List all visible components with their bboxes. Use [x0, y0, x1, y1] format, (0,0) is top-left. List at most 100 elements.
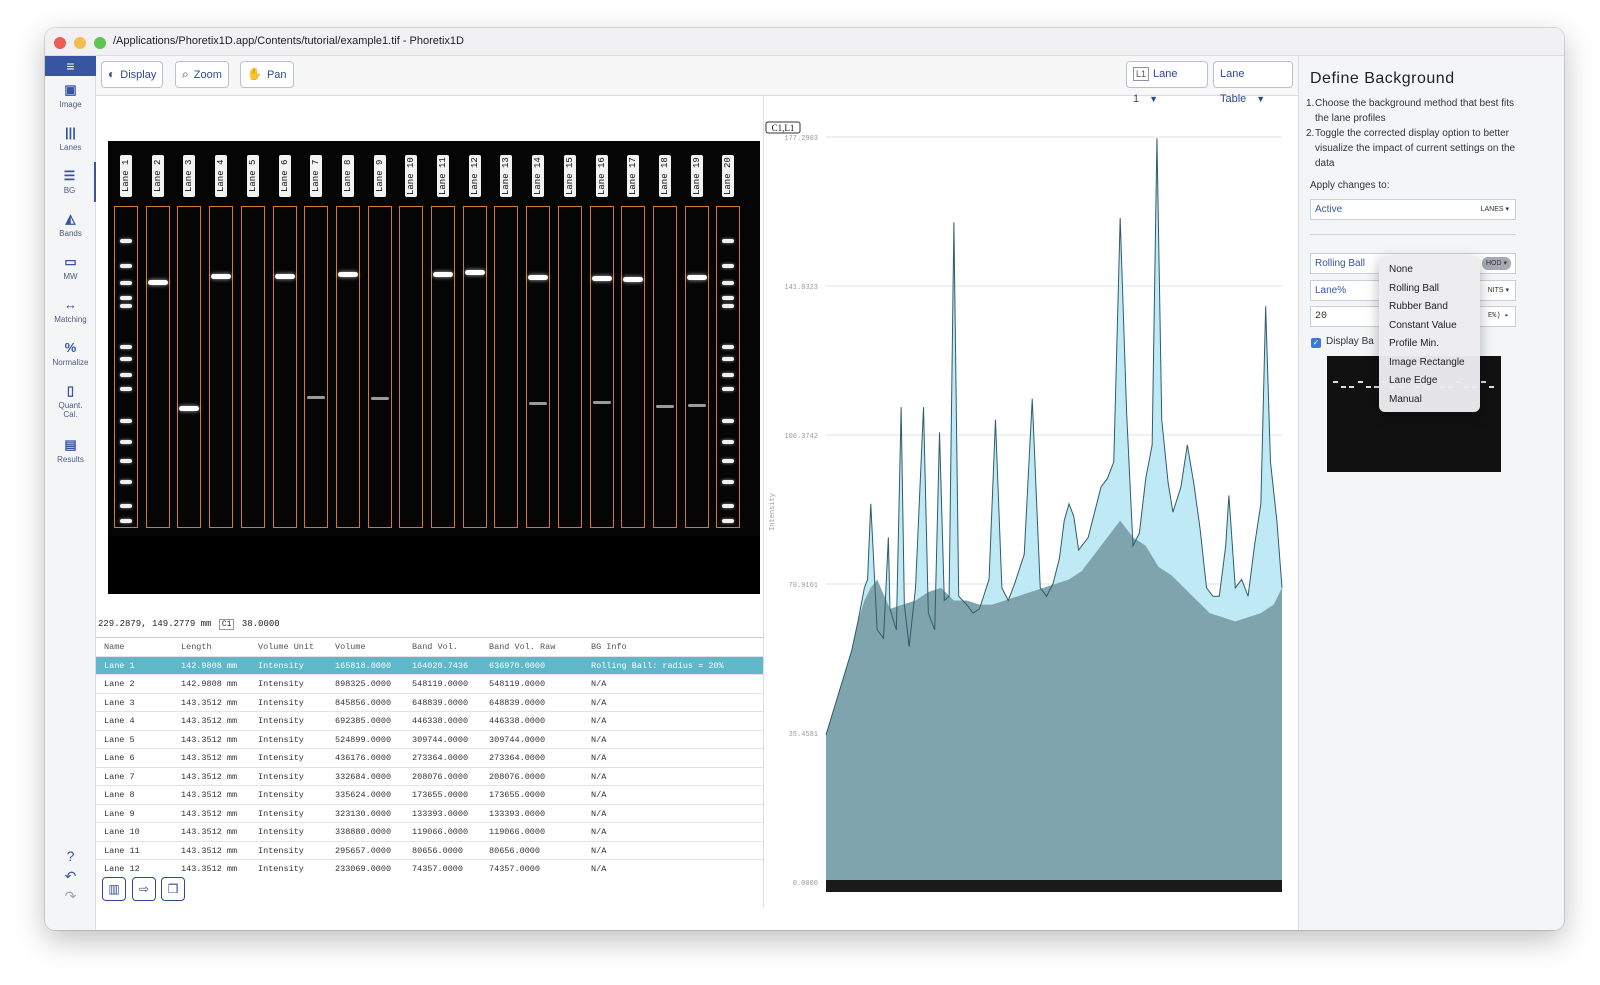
close-window-button[interactable]: [54, 37, 66, 49]
table-row[interactable]: Lane 9 143.3512 mm Intensity 323130.0000 133…: [96, 805, 763, 823]
dropdown-option[interactable]: Profile Min.: [1379, 335, 1480, 354]
ladder-band: [120, 281, 132, 285]
lane-outline[interactable]: [621, 206, 646, 528]
lane-outline[interactable]: [177, 206, 202, 528]
lane-outline[interactable]: [462, 206, 487, 528]
display-background-checkbox[interactable]: ✓ Display Ba: [1311, 336, 1374, 348]
lane-outline[interactable]: [526, 206, 551, 528]
dropdown-option[interactable]: Manual: [1379, 391, 1480, 410]
sidebar-item-quant-cal[interactable]: ▯ Quant. Cal.: [45, 383, 96, 419]
zoom-button[interactable]: ⌕ Zoom: [175, 61, 229, 88]
table-cell: Intensity: [258, 734, 304, 745]
table-row[interactable]: Lane 4 143.3512 mm Intensity 692385.0000 446…: [96, 712, 763, 731]
lane-profile-chart[interactable]: 0.0000 35.4581 70.9161 106.3742 141.8323 177.…: [764, 92, 1298, 898]
lane-outline[interactable]: [652, 206, 677, 528]
table-cell: 233069.0000: [335, 864, 392, 873]
ladder-band: [722, 519, 735, 523]
table-cell: Lane 8: [104, 790, 135, 800]
lane-outline[interactable]: [304, 206, 329, 528]
magnifier-icon: ⌕: [182, 67, 189, 81]
table-cell: Intensity: [258, 864, 304, 873]
dropdown-option[interactable]: Lane Edge: [1379, 372, 1480, 391]
help-icon[interactable]: ?: [45, 848, 96, 864]
table-cell: Intensity: [258, 845, 304, 856]
thumbnail-band: [1365, 386, 1371, 388]
lane-select[interactable]: L1 Lane 1 ▼: [1126, 61, 1208, 105]
dropdown-option[interactable]: Rubber Band: [1379, 298, 1480, 317]
table-cell: Intensity: [258, 790, 304, 800]
lane-label: Lane 10: [405, 155, 418, 197]
table-cell: 143.3512 mm: [181, 790, 238, 800]
export-icon[interactable]: ⇨: [132, 877, 156, 901]
lane-outline[interactable]: [240, 206, 265, 528]
sidebar-item-mw[interactable]: ▭ MW: [45, 254, 96, 281]
thumbnail-band: [1341, 386, 1347, 388]
table-cell: N/A: [591, 771, 607, 782]
sidebar-item-lanes[interactable]: ||| Lanes: [45, 125, 96, 152]
lane-outline[interactable]: [335, 206, 360, 528]
band: [337, 272, 358, 277]
lane-outline[interactable]: [431, 206, 455, 528]
y-tick-label: 0.0000: [793, 880, 818, 888]
sidebar-item-results[interactable]: ▤ Results: [45, 437, 96, 464]
lane-outline[interactable]: [145, 206, 170, 528]
lane-outline[interactable]: [272, 206, 297, 528]
ladder-band: [120, 504, 132, 508]
method-pill[interactable]: HOD ▾: [1481, 257, 1511, 270]
sidebar-item-bg[interactable]: ☰ BG: [45, 162, 96, 202]
table-cell: 165818.0000: [335, 660, 392, 671]
minimize-window-button[interactable]: [74, 37, 86, 49]
lane-outline[interactable]: [557, 206, 582, 528]
lane-outline[interactable]: [494, 206, 519, 528]
table-row[interactable]: Lane 11 143.3512 mm Intensity 295657.0000 80…: [96, 842, 763, 860]
hamburger-menu-icon[interactable]: ≡: [45, 56, 96, 76]
ladder-band: [120, 304, 132, 308]
ladder-band: [120, 387, 132, 391]
lane-outline[interactable]: [684, 206, 709, 528]
display-icon: ◐: [108, 67, 116, 81]
redo-icon[interactable]: ↷: [45, 888, 96, 905]
lane-outline[interactable]: [399, 206, 424, 528]
view-select[interactable]: Lane Table ▼: [1213, 61, 1293, 105]
sidebar-item-image[interactable]: ▣ Image: [45, 82, 96, 109]
table-cell: Lane 1: [104, 660, 135, 671]
lane-outline[interactable]: [589, 206, 614, 528]
column-header: Band Vol. Raw: [489, 642, 556, 652]
table-row[interactable]: Lane 2 142.9808 mm Intensity 898325.0000 548…: [96, 675, 763, 694]
arrows-icon: ↔: [64, 297, 77, 312]
copy-icon[interactable]: ❐: [161, 877, 185, 901]
undo-icon[interactable]: ↶: [45, 868, 96, 885]
table-cell: 173655.0000: [489, 790, 546, 800]
table-cell: Lane 7: [104, 771, 135, 782]
lane-outline[interactable]: [209, 206, 234, 528]
sidebar-item-normalize[interactable]: % Normalize: [45, 340, 96, 367]
band: [179, 406, 200, 411]
table-cell: 133393.0000: [412, 808, 469, 819]
columns-icon[interactable]: ▥: [102, 877, 126, 901]
table-cell: N/A: [591, 753, 607, 763]
zoom-window-button[interactable]: [94, 37, 106, 49]
lane-outline[interactable]: [367, 206, 392, 528]
table-row[interactable]: Lane 5 143.3512 mm Intensity 524899.0000 309…: [96, 731, 763, 749]
sidebar-item-matching[interactable]: ↔ Matching: [45, 297, 96, 324]
table-row[interactable]: Lane 8 143.3512 mm Intensity 335624.0000 173…: [96, 786, 763, 805]
table-row[interactable]: Lane 12 143.3512 mm Intensity 233069.0000 74…: [96, 860, 763, 873]
table-row[interactable]: Lane 1 142.9808 mm Intensity 165818.0000 164…: [96, 656, 763, 675]
pan-button[interactable]: ✋ Pan: [240, 61, 294, 88]
scope-select[interactable]: LANES ▾: [1481, 200, 1509, 219]
table-row[interactable]: Lane 10 143.3512 mm Intensity 338880.0000 11…: [96, 823, 763, 842]
table-cell: 80656.0000: [412, 845, 464, 856]
table-row[interactable]: Lane 6 143.3512 mm Intensity 436176.0000 273…: [96, 749, 763, 768]
sidebar-item-bands[interactable]: ◭ Bands: [45, 211, 96, 238]
gel-image[interactable]: Lane 1 Lane 2 Lane 3 Lane 4 Lane 5 Lane 6 Lane…: [108, 141, 760, 594]
band: [147, 280, 168, 285]
dropdown-option[interactable]: None: [1379, 261, 1480, 280]
dropdown-option[interactable]: Image Rectangle: [1379, 354, 1480, 373]
dropdown-option[interactable]: Constant Value: [1379, 317, 1480, 336]
apply-to-select[interactable]: Active LANES ▾: [1310, 199, 1516, 220]
dropdown-option[interactable]: Rolling Ball: [1379, 280, 1480, 299]
display-button[interactable]: ◐ Display: [101, 61, 164, 88]
table-cell: N/A: [591, 734, 607, 745]
table-row[interactable]: Lane 7 143.3512 mm Intensity 332684.0000 208…: [96, 768, 763, 786]
table-row[interactable]: Lane 3 143.3512 mm Intensity 845856.0000 648…: [96, 694, 763, 712]
